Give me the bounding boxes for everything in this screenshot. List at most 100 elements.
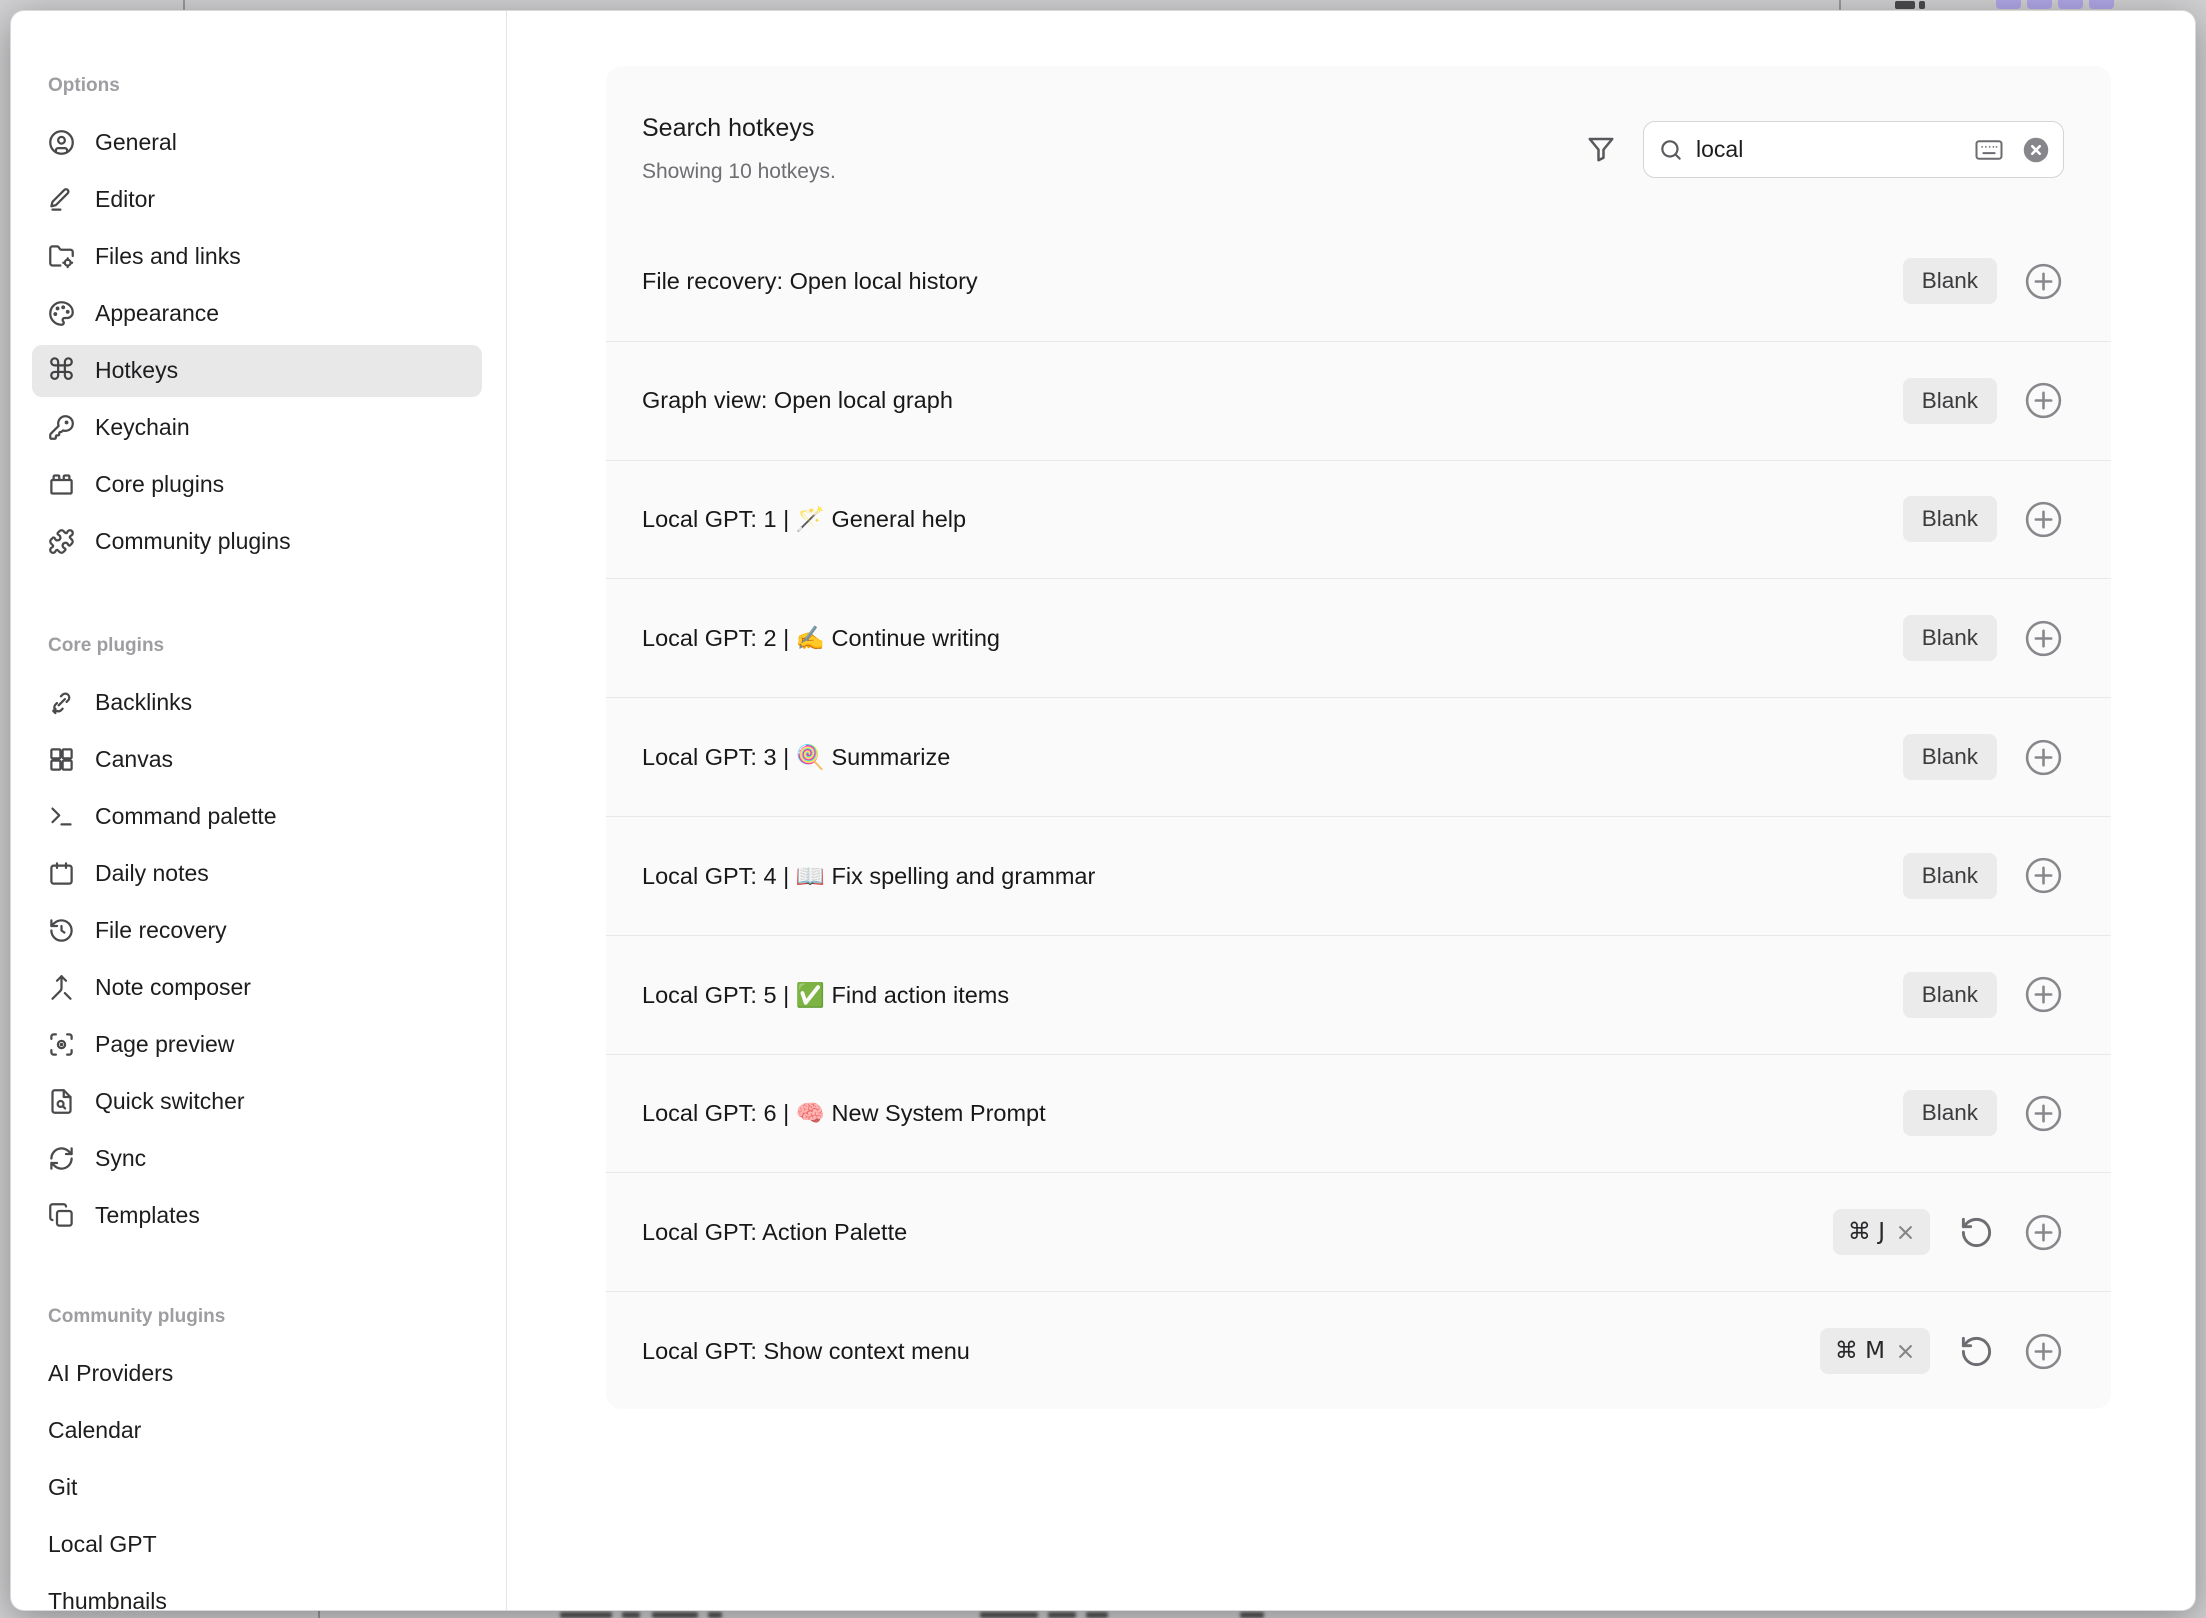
settings-content: Search hotkeys Showing 10 hotkeys.: [507, 11, 2195, 1610]
sidebar-item-general[interactable]: General: [11, 114, 506, 171]
palette-icon: [48, 300, 75, 327]
sidebar-section-header-core-plugins: Core plugins: [11, 617, 506, 674]
sidebar-item-editor[interactable]: Editor: [11, 171, 506, 228]
sidebar-item-community-plugins[interactable]: Community plugins: [11, 513, 506, 570]
add-hotkey-button[interactable]: [2023, 1093, 2064, 1134]
sidebar-item-keychain[interactable]: Keychain: [11, 399, 506, 456]
sidebar-item-file-recovery[interactable]: File recovery: [11, 902, 506, 959]
sidebar-item-label: Keychain: [95, 414, 190, 441]
restore-default-button[interactable]: [1956, 1331, 1997, 1372]
sidebar-item-core-plugins[interactable]: Core plugins: [11, 456, 506, 513]
sidebar-section-header-options: Options: [11, 57, 506, 114]
hotkey-name: Local GPT: Action Palette: [642, 1219, 1833, 1246]
hotkey-name: Local GPT: 4 | 📖 Fix spelling and gramma…: [642, 862, 1903, 890]
remove-hotkey-icon[interactable]: [1896, 1223, 1915, 1242]
page-title: Search hotkeys: [642, 114, 814, 143]
hotkey-name: Local GPT: 1 | 🪄 General help: [642, 505, 1903, 533]
background-text-fragment: [980, 1612, 1038, 1618]
hotkey-name: Local GPT: Show context menu: [642, 1338, 1820, 1365]
sidebar-item-hotkeys[interactable]: ⌘ Hotkeys: [32, 345, 482, 397]
settings-sidebar: Options General Editor Files and links: [11, 11, 507, 1610]
background-text-fragment: [708, 1612, 722, 1618]
sidebar-item-label: Daily notes: [95, 860, 209, 887]
sidebar-item-label: Core plugins: [95, 471, 224, 498]
funnel-icon: [1586, 134, 1616, 164]
sidebar-item-note-composer[interactable]: Note composer: [11, 959, 506, 1016]
copy-icon: [48, 1202, 75, 1229]
keyboard-icon[interactable]: [1974, 135, 2004, 165]
sidebar-item-label: Templates: [95, 1202, 200, 1229]
sidebar-item-label: Command palette: [95, 803, 277, 830]
background-text-fragment: [560, 1612, 612, 1618]
hotkey-blank-badge: Blank: [1903, 1090, 1997, 1136]
sidebar-item-daily-notes[interactable]: Daily notes: [11, 845, 506, 902]
hotkey-row: Local GPT: 2 | ✍️ Continue writing Blank: [606, 578, 2111, 697]
sidebar-item-label: AI Providers: [48, 1360, 173, 1387]
sidebar-item-git[interactable]: Git: [11, 1459, 506, 1516]
circle-x-icon: [2022, 136, 2050, 164]
add-hotkey-button[interactable]: [2023, 737, 2064, 778]
add-hotkey-button[interactable]: [2023, 499, 2064, 540]
hotkey-row: Local GPT: 5 | ✅ Find action items Blank: [606, 935, 2111, 1054]
sidebar-item-canvas[interactable]: Canvas: [11, 731, 506, 788]
hotkey-blank-badge: Blank: [1903, 853, 1997, 899]
sidebar-item-files-and-links[interactable]: Files and links: [11, 228, 506, 285]
sidebar-item-quick-switcher[interactable]: Quick switcher: [11, 1073, 506, 1130]
folder-gear-icon: [48, 243, 75, 270]
sidebar-item-ai-providers[interactable]: AI Providers: [11, 1345, 506, 1402]
puzzle-icon: [48, 528, 75, 555]
sidebar-section-header-community-plugins: Community plugins: [11, 1288, 506, 1345]
filter-button[interactable]: [1581, 129, 1621, 169]
hotkey-chip: ⌘ J: [1833, 1209, 1930, 1255]
sidebar-item-appearance[interactable]: Appearance: [11, 285, 506, 342]
sidebar-item-command-palette[interactable]: Command palette: [11, 788, 506, 845]
hotkey-row: Graph view: Open local graph Blank: [606, 341, 2111, 460]
add-hotkey-button[interactable]: [2023, 1212, 2064, 1253]
sidebar-item-label: Note composer: [95, 974, 251, 1001]
search-input[interactable]: [1684, 136, 1974, 163]
add-hotkey-button[interactable]: [2023, 261, 2064, 302]
sidebar-item-sync[interactable]: Sync: [11, 1130, 506, 1187]
add-hotkey-button[interactable]: [2023, 855, 2064, 896]
sidebar-item-calendar[interactable]: Calendar: [11, 1402, 506, 1459]
sidebar-item-label: File recovery: [95, 917, 227, 944]
hotkey-row: Local GPT: 3 | 🍭 Summarize Blank: [606, 697, 2111, 816]
add-hotkey-button[interactable]: [2023, 1331, 2064, 1372]
hotkey-name: File recovery: Open local history: [642, 268, 1903, 295]
settings-modal: Options General Editor Files and links: [10, 10, 2196, 1611]
add-hotkey-button[interactable]: [2023, 974, 2064, 1015]
restore-default-button[interactable]: [1956, 1212, 1997, 1253]
clear-search-button[interactable]: [2022, 136, 2050, 164]
hotkey-blank-badge: Blank: [1903, 496, 1997, 542]
sidebar-item-label: General: [95, 129, 177, 156]
pencil-icon: [48, 186, 75, 213]
hotkey-row: Local GPT: 1 | 🪄 General help Blank: [606, 460, 2111, 579]
background-window-divider: [183, 0, 185, 10]
hotkey-keys: ⌘ J: [1848, 1219, 1885, 1245]
sidebar-item-label: Files and links: [95, 243, 241, 270]
sidebar-item-thumbnails[interactable]: Thumbnails: [11, 1573, 506, 1610]
background-accent-button: [2058, 0, 2083, 9]
sidebar-item-label: Canvas: [95, 746, 173, 773]
background-accent-button: [2089, 0, 2114, 9]
search-icon: [1658, 137, 1684, 163]
add-hotkey-button[interactable]: [2023, 618, 2064, 659]
add-hotkey-button[interactable]: [2023, 380, 2064, 421]
hotkey-name: Local GPT: 2 | ✍️ Continue writing: [642, 624, 1903, 652]
background-toolbar-icon: [1895, 1, 1915, 9]
sidebar-item-backlinks[interactable]: Backlinks: [11, 674, 506, 731]
backlink-icon: [48, 689, 75, 716]
hotkey-name: Graph view: Open local graph: [642, 387, 1903, 414]
hotkey-blank-badge: Blank: [1903, 615, 1997, 661]
sidebar-item-label: Thumbnails: [48, 1588, 167, 1610]
toy-brick-icon: [48, 471, 75, 498]
user-circle-icon: [48, 129, 75, 156]
sidebar-item-local-gpt[interactable]: Local GPT: [11, 1516, 506, 1573]
scan-eye-icon: [48, 1031, 75, 1058]
sidebar-item-page-preview[interactable]: Page preview: [11, 1016, 506, 1073]
hotkey-row: Local GPT: Show context menu ⌘ M: [606, 1291, 2111, 1409]
background-accent-button: [1996, 0, 2021, 9]
command-icon: ⌘: [48, 357, 75, 384]
remove-hotkey-icon[interactable]: [1896, 1342, 1915, 1361]
sidebar-item-templates[interactable]: Templates: [11, 1187, 506, 1244]
